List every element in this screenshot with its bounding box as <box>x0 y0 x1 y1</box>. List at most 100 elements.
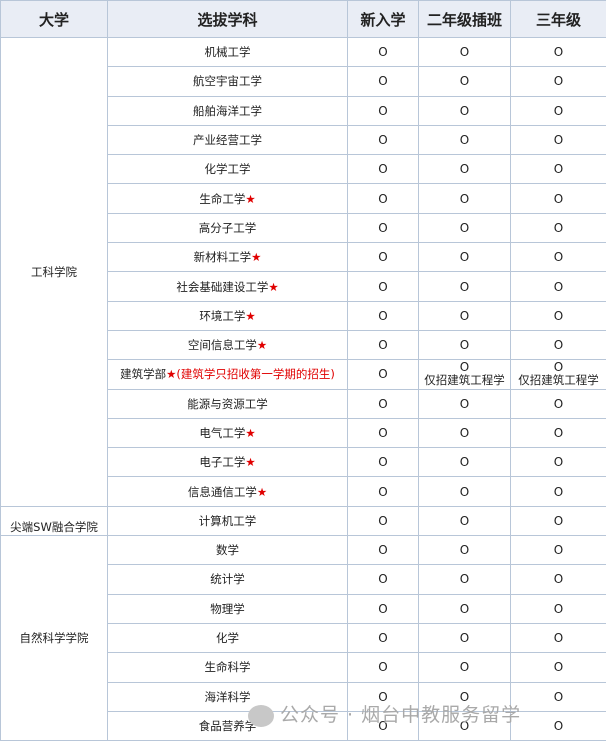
available-mark: O <box>378 513 388 528</box>
subject-cell: 计算机工学 <box>107 505 348 537</box>
subject-cell: 统计学 <box>107 564 348 595</box>
available-mark: O <box>378 572 388 587</box>
freshman-cell: O <box>347 242 419 273</box>
subject-name: 空间信息工学 <box>187 338 257 353</box>
freshman-cell: O <box>347 95 419 126</box>
freshman-cell: O <box>347 417 419 449</box>
year2-cell: O <box>418 417 511 449</box>
available-mark: O <box>378 220 388 235</box>
subject-name: 环境工学 <box>199 308 246 323</box>
year3-cell: O <box>510 242 606 273</box>
architecture-transfer-note: 仅招建筑工程学 <box>424 373 505 388</box>
freshman-cell: O <box>347 447 419 478</box>
college-science: 自然科学学院 <box>0 535 108 742</box>
available-mark: O <box>553 74 564 89</box>
year2-cell: O <box>418 183 511 214</box>
available-mark: O <box>553 133 564 148</box>
year2-cell: O <box>418 622 511 654</box>
available-mark: O <box>553 103 564 118</box>
year3-cell: O <box>510 95 606 126</box>
star-icon: ★ <box>256 338 268 353</box>
freshman-cell: O <box>347 271 419 302</box>
subject-cell: 物理学 <box>107 593 348 624</box>
year3-cell: O <box>510 212 606 244</box>
available-mark: O <box>459 338 470 353</box>
available-mark: O <box>553 718 564 733</box>
year3-cell: O 仅招建筑工程学 <box>510 359 606 390</box>
year3-cell: O <box>510 476 606 507</box>
freshman-cell: O <box>347 329 419 361</box>
year2-cell: O 仅招建筑工程学 <box>418 359 511 390</box>
freshman-cell: O <box>347 124 419 156</box>
year2-cell: O <box>418 652 511 683</box>
table-row: 尖端SW融合学院 计算机工学 O O O <box>0 505 606 537</box>
subject-name: 化学工学 <box>204 162 251 177</box>
freshman-cell: O <box>347 388 419 419</box>
subject-name: 船舶海洋工学 <box>193 103 262 118</box>
available-mark: O <box>459 162 470 177</box>
available-mark: O <box>378 631 388 646</box>
star-icon: ★ <box>245 426 256 440</box>
available-mark: O <box>378 338 388 353</box>
year2-cell: O <box>418 447 511 478</box>
subject-cell: 船舶海洋工学 <box>107 95 348 126</box>
freshman-cell: O <box>347 212 419 244</box>
available-mark: O <box>459 660 470 675</box>
available-mark: O <box>378 426 388 440</box>
year2-cell: O <box>418 329 511 361</box>
available-mark: O <box>553 689 564 704</box>
available-mark: O <box>459 513 470 528</box>
freshman-cell: O <box>347 652 419 683</box>
available-mark: O <box>459 396 470 411</box>
available-mark: O <box>378 191 388 206</box>
freshman-cell: O <box>347 300 419 331</box>
subject-name: 机械工学 <box>204 45 251 60</box>
available-mark: O <box>553 601 564 616</box>
available-mark: O <box>378 484 388 499</box>
year3-cell: O <box>510 447 606 478</box>
subject-name: 生命科学 <box>204 660 251 675</box>
year3-cell: O <box>510 300 606 331</box>
admissions-table: 大学 选拔学科 新入学 二年级插班 三年级 工科学院 机械工学 O O O 航空宇宙工学 O… <box>0 0 606 742</box>
freshman-cell: O <box>347 505 419 537</box>
subject-name: 能源与资源工学 <box>187 396 268 411</box>
subject-name: 物理学 <box>210 601 245 616</box>
subject-name: 数学 <box>216 543 239 558</box>
subject-cell: 化学 <box>107 622 348 654</box>
freshman-cell: O <box>347 183 419 214</box>
available-mark: O <box>553 396 564 411</box>
year2-cell: O <box>418 95 511 126</box>
available-mark: O <box>378 543 388 558</box>
subject-cell: 空间信息工学★ <box>107 329 348 361</box>
subject-cell: 电气工学★ <box>107 417 348 449</box>
subject-cell: 能源与资源工学 <box>107 388 348 419</box>
year2-cell: O <box>418 593 511 624</box>
year2-cell: O <box>418 388 511 419</box>
table-row: 工科学院 机械工学 O O O <box>0 36 606 507</box>
available-mark: O <box>553 484 564 499</box>
subject-cell: 信息通信工学★ <box>107 476 348 507</box>
architecture-note: (建筑学只招收第一学期的招生) <box>176 367 335 382</box>
header-freshman: 新入学 <box>347 0 419 38</box>
available-mark: O <box>378 45 388 60</box>
freshman-cell: O <box>347 476 419 507</box>
subject-name: 新材料工学 <box>193 250 252 265</box>
available-mark: O <box>553 162 564 177</box>
year2-cell: O <box>418 124 511 156</box>
subject-cell: 环境工学★ <box>107 300 348 331</box>
year3-cell: O <box>510 36 606 68</box>
year2-cell: O <box>418 300 511 331</box>
subject-name: 海洋科学 <box>204 689 251 704</box>
available-mark: O <box>378 601 388 616</box>
available-mark: O <box>459 279 470 294</box>
subject-name: 化学 <box>216 631 239 646</box>
available-mark: O <box>459 74 470 89</box>
year2-cell: O <box>418 242 511 273</box>
year2-cell: O <box>418 154 511 185</box>
year2-cell: O <box>418 66 511 97</box>
year2-cell: O <box>418 505 511 537</box>
year3-cell: O <box>510 652 606 683</box>
available-mark: O <box>378 660 388 675</box>
freshman-cell: O <box>347 593 419 624</box>
available-mark: O <box>459 133 470 148</box>
